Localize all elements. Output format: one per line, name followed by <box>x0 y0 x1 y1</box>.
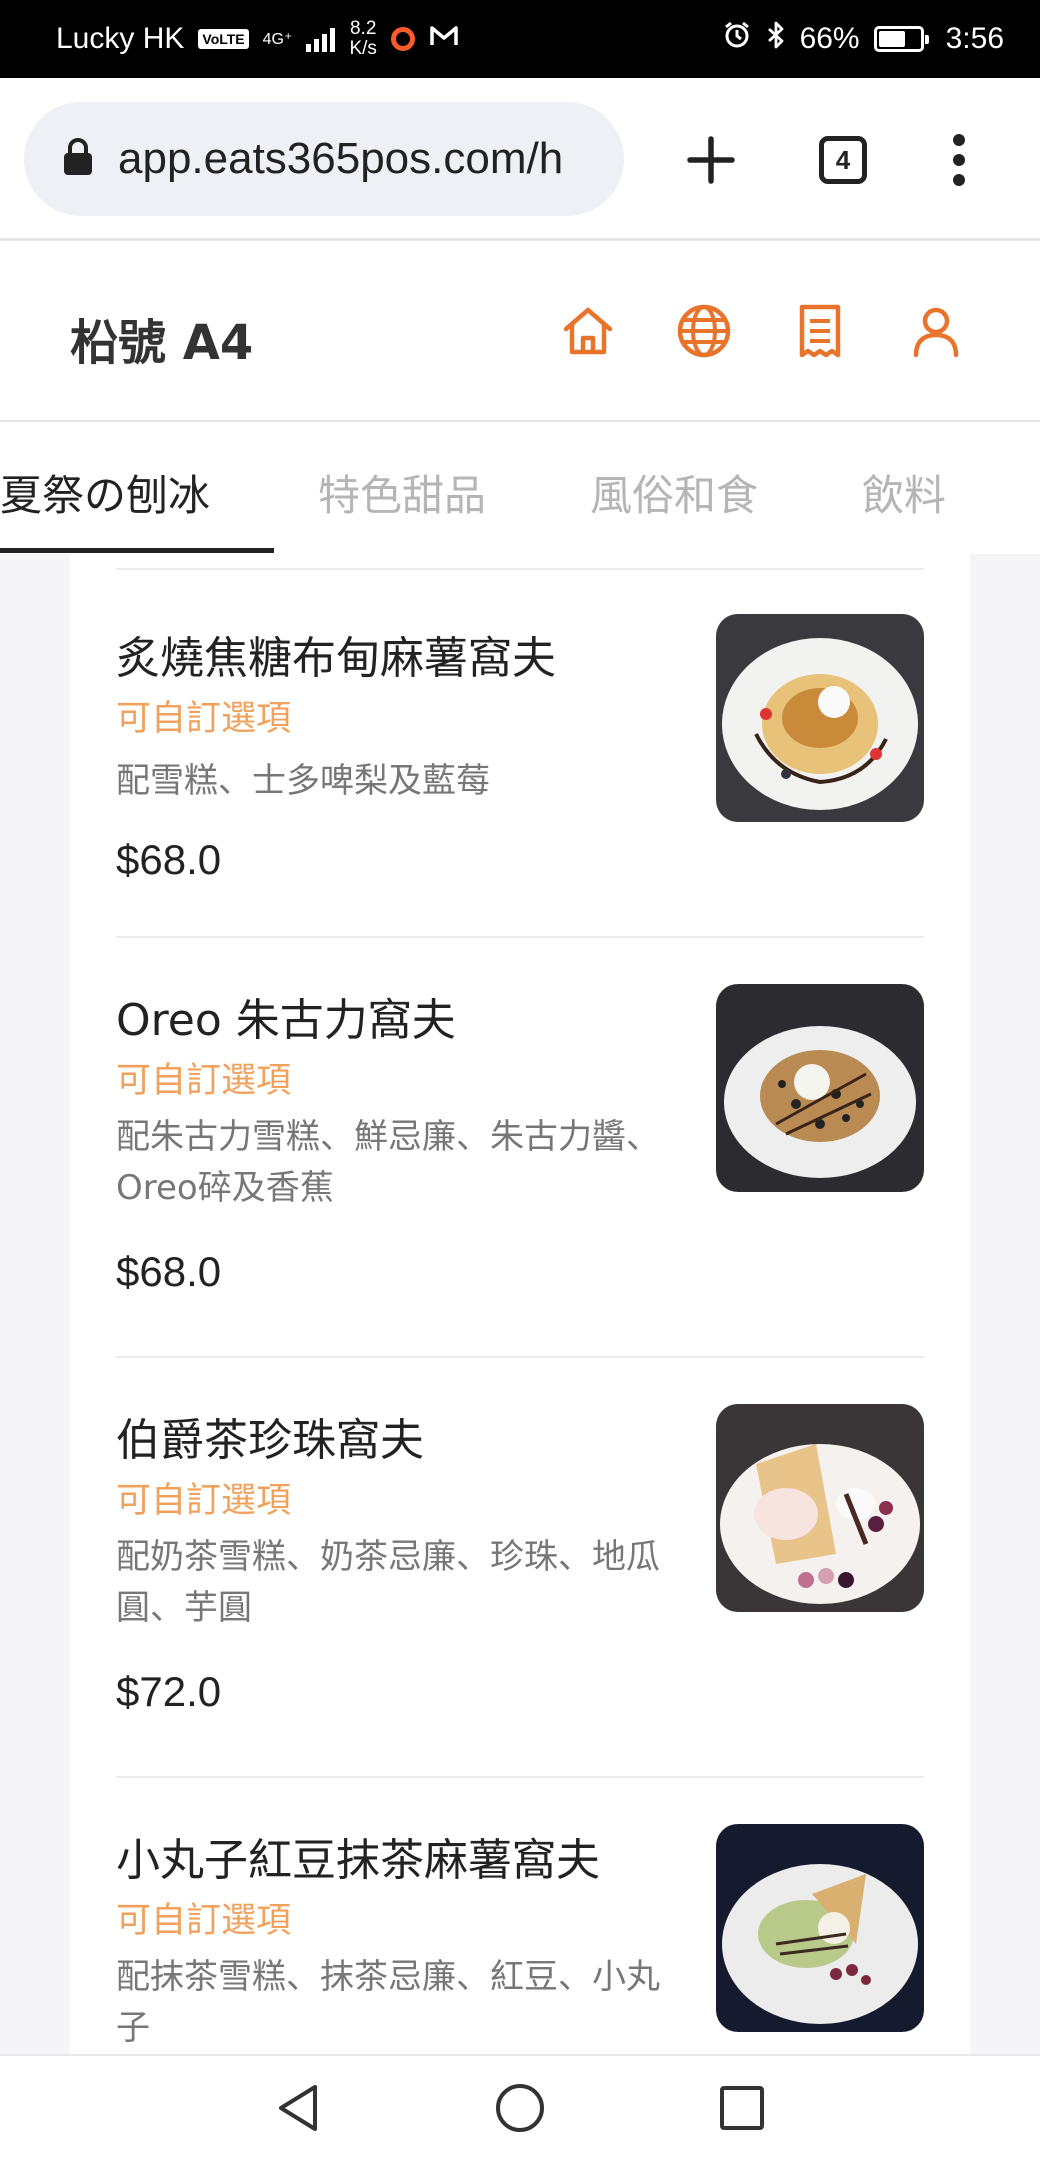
recents-button[interactable] <box>712 2078 772 2138</box>
store-title: 柗號 A4 <box>70 315 254 371</box>
tab-japanese-food[interactable]: 風俗和食 <box>590 462 758 523</box>
notification-app-icon <box>390 27 415 51</box>
system-nav-bar <box>0 2054 1040 2160</box>
browser-menu-button[interactable] <box>927 128 991 192</box>
item-customizable-label: 可自訂選項 <box>116 1901 292 1941</box>
divider <box>116 568 924 570</box>
item-customizable-label: 可自訂選項 <box>116 1061 292 1101</box>
network-type: 4G⁺ <box>262 31 293 48</box>
new-tab-button[interactable] <box>679 128 743 192</box>
item-image[interactable] <box>716 1404 924 1612</box>
battery-icon <box>873 26 929 52</box>
item-name[interactable]: Oreo 朱古力窩夫 <box>116 984 456 1048</box>
item-description: 配抹茶雪糕、抹茶忌廉、紅豆、小丸子 <box>116 1957 660 2048</box>
item-name[interactable]: 炙燒焦糖布甸麻薯窩夫 <box>116 622 556 686</box>
menu-item[interactable]: 伯爵茶珍珠窩夫 可自訂選項 配奶茶雪糕、奶茶忌廉、珍珠、地瓜圓、芋圓 $72.0 <box>116 1404 924 1744</box>
item-description: 配雪糕、士多啤梨及藍莓 <box>116 761 490 801</box>
plus-icon <box>687 136 735 184</box>
menu-item[interactable]: Oreo 朱古力窩夫 可自訂選項 配朱古力雪糕、鮮忌廉、朱古力醬、Oreo碎及香… <box>116 984 924 1324</box>
network-speed: 8.2 K/s <box>349 19 376 59</box>
more-vert-icon <box>953 134 965 186</box>
status-left: Lucky HK VoLTE 4G⁺ 8.2 K/s <box>56 19 459 59</box>
volte-badge: VoLTE <box>198 29 249 49</box>
item-image[interactable] <box>716 614 924 822</box>
home-icon[interactable] <box>558 301 618 361</box>
bluetooth-icon <box>766 20 786 58</box>
back-button[interactable] <box>268 2078 328 2138</box>
signal-icon <box>306 26 336 52</box>
globe-icon[interactable] <box>674 301 734 361</box>
item-image[interactable] <box>716 1824 924 2032</box>
menu-item[interactable]: 小丸子紅豆抹茶麻薯窩夫 可自訂選項 配抹茶雪糕、抹茶忌廉、紅豆、小丸子 <box>116 1824 924 2084</box>
item-name[interactable]: 小丸子紅豆抹茶麻薯窩夫 <box>116 1824 600 1888</box>
app-header: 柗號 A4 <box>0 241 1040 422</box>
category-tabs: 夏祭の刨冰 特色甜品 風俗和食 飲料 <box>0 422 1040 554</box>
url-text[interactable]: app.eats365pos.com/h <box>118 134 563 184</box>
active-tab-indicator <box>0 548 274 553</box>
item-customizable-label: 可自訂選項 <box>116 1481 292 1521</box>
item-description: 配朱古力雪糕、鮮忌廉、朱古力醬、Oreo碎及香蕉 <box>116 1117 660 1208</box>
item-price: $68.0 <box>116 1248 222 1295</box>
battery-percent: 66% <box>799 22 860 55</box>
speed-unit: K/s <box>349 38 377 59</box>
item-customizable-label: 可自訂選項 <box>116 699 292 739</box>
user-icon[interactable] <box>906 301 966 361</box>
battery-level <box>878 31 905 47</box>
divider <box>116 936 924 938</box>
home-nav-button[interactable] <box>490 2078 550 2138</box>
clock: 3:56 <box>945 22 1004 55</box>
address-bar[interactable]: app.eats365pos.com/h <box>24 102 624 216</box>
item-name[interactable]: 伯爵茶珍珠窩夫 <box>116 1404 424 1468</box>
item-price: $72.0 <box>116 1668 222 1715</box>
status-bar: Lucky HK VoLTE 4G⁺ 8.2 K/s 66% 3:56 <box>0 0 1040 78</box>
status-right: 66% 3:56 <box>722 20 1004 58</box>
item-price: $68.0 <box>116 836 222 883</box>
alarm-icon <box>722 20 752 58</box>
tab-summer-shaved-ice[interactable]: 夏祭の刨冰 <box>0 462 210 523</box>
divider <box>116 1776 924 1778</box>
carrier-name: Lucky HK <box>56 22 185 55</box>
tab-special-desserts[interactable]: 特色甜品 <box>318 462 486 523</box>
tab-switcher-button[interactable]: 4 <box>811 128 875 192</box>
mail-icon <box>429 22 459 56</box>
menu-item[interactable]: 炙燒焦糖布甸麻薯窩夫 可自訂選項 配雪糕、士多啤梨及藍莓 $68.0 <box>116 614 924 914</box>
menu-list: 炙燒焦糖布甸麻薯窩夫 可自訂選項 配雪糕、士多啤梨及藍莓 $68.0 Oreo … <box>70 554 970 2054</box>
tab-drinks[interactable]: 飲料 <box>862 462 946 523</box>
recents-square-icon <box>720 2086 764 2130</box>
home-circle-icon <box>496 2084 544 2132</box>
lock-icon[interactable] <box>62 137 94 181</box>
tab-count[interactable]: 4 <box>819 136 867 184</box>
browser-toolbar: app.eats365pos.com/h 4 <box>0 78 1040 241</box>
speed-value: 8.2 <box>349 18 377 39</box>
item-image[interactable] <box>716 984 924 1192</box>
divider <box>116 1356 924 1358</box>
item-description: 配奶茶雪糕、奶茶忌廉、珍珠、地瓜圓、芋圓 <box>116 1537 660 1628</box>
receipt-icon[interactable] <box>790 301 850 361</box>
back-triangle-icon <box>279 2085 317 2131</box>
